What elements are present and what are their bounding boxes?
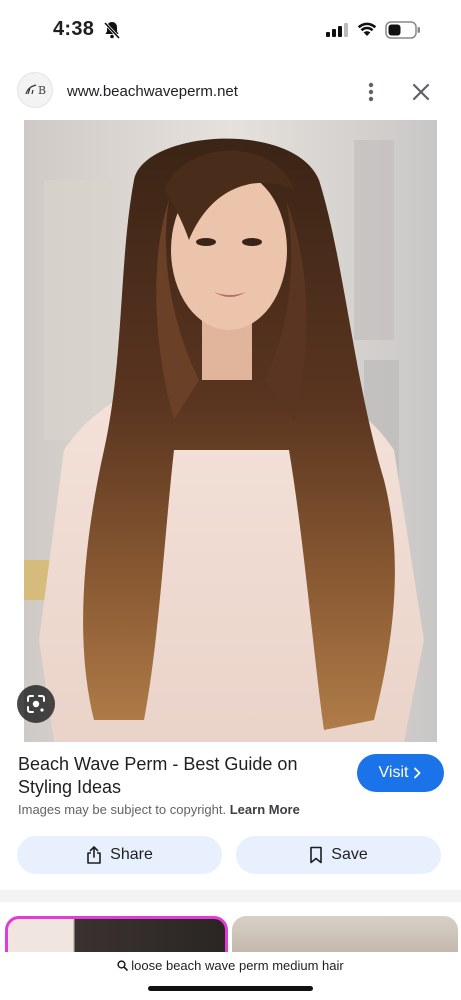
wifi-icon xyxy=(357,22,377,36)
site-logo[interactable]: B xyxy=(17,72,53,108)
section-divider xyxy=(0,890,461,902)
source-bar: B www.beachwaveperm.net xyxy=(0,62,461,120)
home-indicator[interactable] xyxy=(148,986,313,991)
visit-label: Visit xyxy=(378,764,409,781)
battery-icon xyxy=(385,21,420,39)
related-images xyxy=(0,902,461,952)
more-vert-icon[interactable] xyxy=(362,81,380,103)
bookmark-icon xyxy=(310,846,323,864)
visit-button[interactable]: Visit xyxy=(357,754,444,792)
close-icon[interactable] xyxy=(410,81,432,103)
google-lens-button[interactable] xyxy=(17,685,55,723)
share-icon xyxy=(87,846,101,864)
search-query-bar[interactable]: loose beach wave perm medium hair xyxy=(0,952,461,1000)
bell-slash-icon xyxy=(103,21,121,40)
save-label: Save xyxy=(331,846,368,863)
search-query-text: loose beach wave perm medium hair xyxy=(131,958,344,973)
site-logo-letter: B xyxy=(37,83,47,97)
result-title[interactable]: Beach Wave Perm - Best Guide on Styling … xyxy=(18,753,328,799)
related-image-thumbnail[interactable] xyxy=(5,916,228,952)
share-button[interactable]: Share xyxy=(17,836,222,874)
copyright-text: Images may be subject to copyright. xyxy=(18,802,227,817)
result-image[interactable] xyxy=(24,120,437,742)
related-image-thumbnail[interactable] xyxy=(232,916,458,952)
chevron-right-icon xyxy=(414,767,422,779)
lens-icon xyxy=(27,695,45,713)
signal-icon xyxy=(326,23,348,37)
search-icon xyxy=(117,960,129,971)
search-query[interactable]: loose beach wave perm medium hair xyxy=(0,958,461,973)
source-url[interactable]: www.beachwaveperm.net xyxy=(67,83,238,100)
clock: 4:38 xyxy=(53,18,95,40)
learn-more-link[interactable]: Learn More xyxy=(230,802,300,817)
image-preview-area xyxy=(0,120,461,742)
status-bar: 4:38 xyxy=(0,0,461,62)
site-logo-mark-icon xyxy=(25,84,37,95)
save-button[interactable]: Save xyxy=(236,836,441,874)
share-label: Share xyxy=(110,846,153,863)
copyright-notice: Images may be subject to copyright. Lear… xyxy=(18,802,300,817)
